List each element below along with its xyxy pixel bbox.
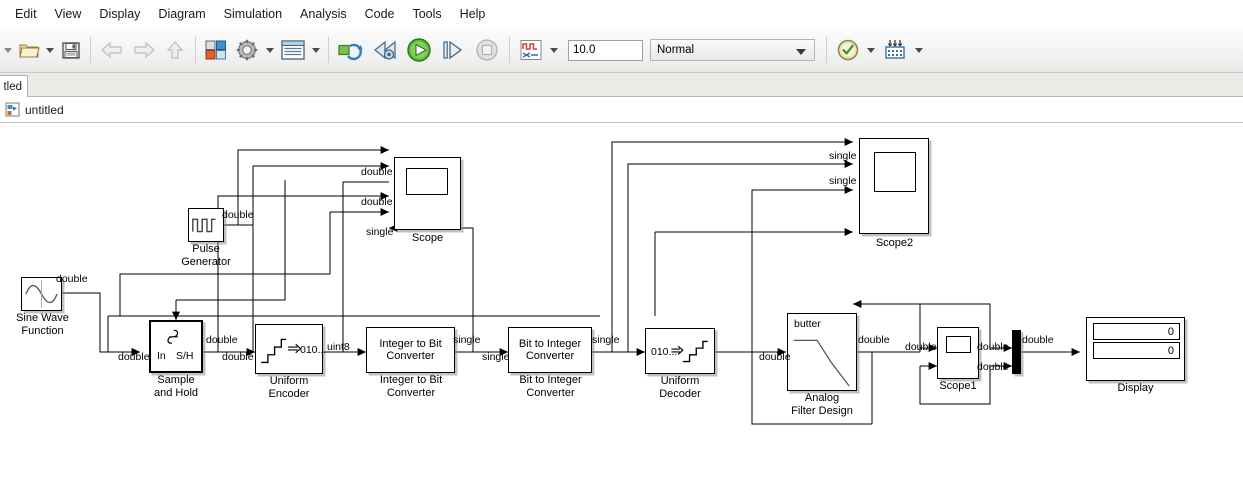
library-browser-button[interactable] [201,34,231,66]
pulse-train-icon [192,218,216,233]
toolbar-separator-4 [509,37,510,63]
block-bit-to-integer-converter[interactable]: Bit to Integer Converter [508,327,592,373]
save-model-button[interactable] [57,34,85,66]
block-sine-wave-function[interactable] [21,277,62,311]
display-value-row-2: 0 [1093,342,1180,359]
toolbar-separator-2 [195,37,196,63]
stepping-dropdown-caret[interactable] [550,47,558,53]
arrow-up-icon [166,41,184,59]
block-mux[interactable] [1012,330,1021,374]
run-button[interactable] [402,34,436,66]
arrow-right-icon [134,41,155,59]
scope-screen [406,168,448,195]
block-scope2[interactable] [859,138,929,234]
block-integer-to-bit-converter[interactable]: Integer to Bit Converter [366,327,455,373]
open-model-dropdown-caret[interactable] [46,47,54,53]
block-display[interactable]: 0 0 [1086,317,1185,381]
step-forward-icon [443,40,463,60]
uniform-encoder-icon [261,338,302,364]
stop-time-input[interactable] [568,39,643,61]
gear-icon [236,39,258,61]
simulink-window: Edit View Display Diagram Simulation Ana… [0,0,1243,501]
tab-strip: tled [0,73,1243,97]
model-advisor-dropdown-caret[interactable] [867,47,875,53]
block-analog-filter-design[interactable]: butter [787,313,857,391]
model-explorer-dropdown-caret[interactable] [312,47,320,53]
run-play-icon [407,38,431,62]
build-tools-dropdown-caret[interactable] [915,47,923,53]
simulation-mode-value: Normal [657,44,695,56]
menu-item-display[interactable]: Display [90,4,149,24]
signal-stepping-icon [520,40,542,60]
simulation-stepping-button[interactable] [515,34,547,66]
menu-bar: Edit View Display Diagram Simulation Ana… [0,0,1243,28]
integer-to-bit-inner-text: Integer to Bit Converter [379,337,442,363]
menu-item-analysis[interactable]: Analysis [291,4,356,24]
tab-untitled[interactable]: tled [0,75,28,97]
sine-wave-icon [25,279,58,309]
folder-open-icon [19,44,40,58]
toolbar-separator-5 [826,37,827,63]
model-explorer-icon [281,40,305,60]
bit-to-integer-inner-text: Bit to Integer Converter [518,337,582,363]
fast-restart-button[interactable] [368,34,402,66]
arrow-left-icon [101,41,122,59]
update-diagram-icon [338,43,363,61]
save-floppy-icon [62,42,80,59]
open-model-button[interactable] [15,34,43,66]
block-scope1[interactable] [937,327,979,379]
library-grid-icon [205,40,226,60]
new-model-dropdown-caret[interactable] [4,47,12,53]
chevron-down-icon [796,49,806,55]
check-circle-icon [837,39,859,61]
menu-item-simulation[interactable]: Simulation [215,4,291,24]
model-file-icon [5,102,20,117]
display-value-row-1: 0 [1093,323,1180,340]
breadcrumb-model-name: untitled [25,102,64,117]
block-scope[interactable] [394,157,461,230]
stop-icon [476,39,498,61]
menu-item-diagram[interactable]: Diagram [149,4,214,24]
block-pulse-generator[interactable] [188,208,224,242]
configuration-dropdown-caret[interactable] [266,47,274,53]
breadcrumb: untitled [0,97,1243,123]
model-explorer-button[interactable] [277,34,309,66]
model-advisor-button[interactable] [832,34,864,66]
update-model-button[interactable] [334,34,368,66]
menu-item-tools[interactable]: Tools [403,4,450,24]
menu-item-view[interactable]: View [46,4,91,24]
step-forward-button[interactable] [436,34,470,66]
toolbar: Normal [0,28,1243,73]
build-grid-icon [885,40,905,59]
toolbar-separator-1 [90,37,91,63]
block-uniform-decoder[interactable]: 010... [645,328,715,374]
simulation-mode-select[interactable]: Normal [650,39,815,61]
scope1-screen [946,336,971,353]
navigate-up-button[interactable] [160,34,190,66]
tab-label: tled [3,80,22,93]
build-tools-button[interactable] [878,34,912,66]
scope2-screen [874,152,916,192]
block-uniform-encoder[interactable]: 010... [255,324,326,374]
stop-button[interactable] [470,34,504,66]
uniform-decoder-icon [671,340,708,363]
sample-hold-icon [167,329,179,344]
lowpass-response-icon [793,339,850,387]
model-configuration-parameters-button[interactable] [231,34,263,66]
menu-item-help[interactable]: Help [451,4,495,24]
model-canvas[interactable]: Sine Wave Function Pulse Generator In S/… [0,124,1243,501]
fast-restart-icon [373,40,396,60]
menu-item-code[interactable]: Code [356,4,404,24]
signal-lines-layer [62,138,1081,425]
menu-item-edit[interactable]: Edit [6,4,46,24]
toolbar-separator-3 [328,37,329,63]
navigate-back-button[interactable] [96,34,128,66]
navigate-forward-button[interactable] [128,34,160,66]
block-sample-and-hold[interactable]: In S/H [149,320,203,373]
